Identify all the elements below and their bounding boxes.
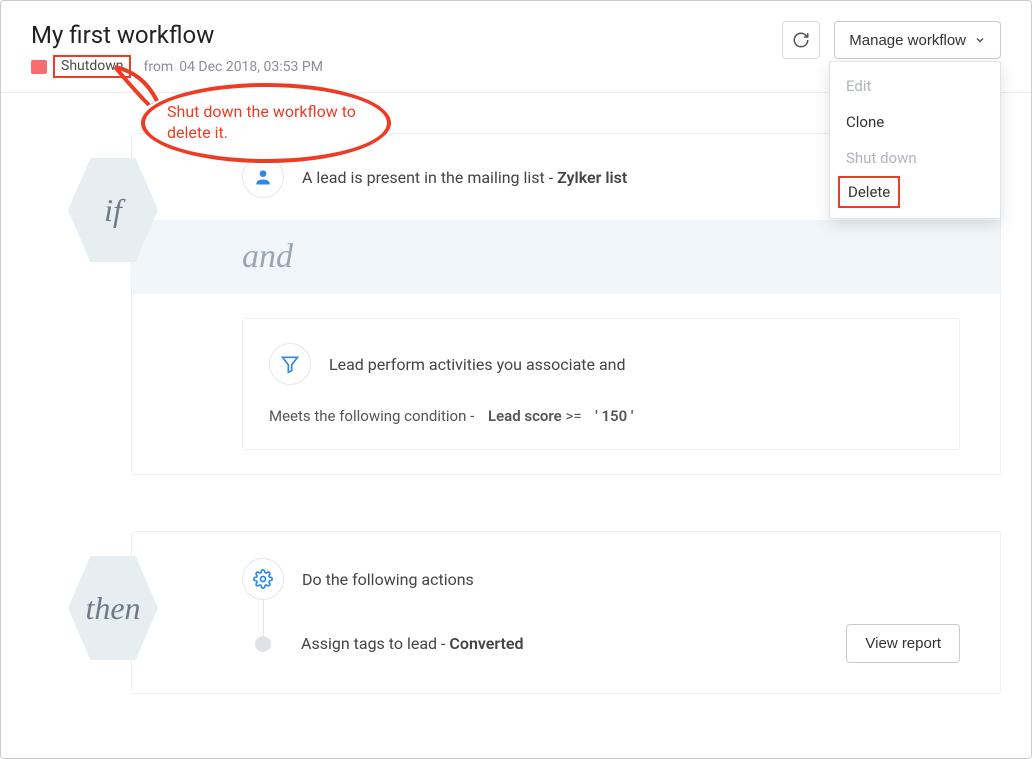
- action-prefix: Assign tags to lead -: [301, 634, 449, 653]
- dropdown-item-edit[interactable]: Edit: [830, 68, 1000, 104]
- dropdown-item-clone[interactable]: Clone: [830, 104, 1000, 140]
- then-card: then Do the following actions Assign tag…: [131, 531, 1001, 694]
- actions-header-row: Do the following actions: [242, 558, 960, 600]
- dropdown-item-shutdown[interactable]: Shut down: [830, 140, 1000, 176]
- manage-workflow-label: Manage workflow: [849, 32, 966, 49]
- dropdown-item-delete[interactable]: Delete: [838, 176, 900, 208]
- timeline-line: [263, 600, 264, 640]
- annotation-tail-icon: [113, 65, 183, 111]
- condition-field: Lead score: [488, 407, 562, 425]
- status-indicator-icon: [31, 60, 47, 74]
- and-label: and: [242, 238, 293, 275]
- if-label: if: [104, 192, 122, 229]
- chevron-down-icon: [974, 34, 986, 46]
- from-date: 04 Dec 2018, 03:53 PM: [179, 59, 323, 75]
- activity-header: Lead perform activities you associate an…: [329, 355, 626, 374]
- refresh-icon: [792, 31, 810, 49]
- and-band: and: [132, 220, 1000, 294]
- action-tag: Converted: [449, 634, 523, 653]
- condition-value: ' 150 ': [595, 407, 633, 425]
- actions-header: Do the following actions: [302, 570, 474, 589]
- gear-icon: [242, 558, 284, 600]
- funnel-icon: [269, 343, 311, 385]
- trigger-prefix: A lead is present in the mailing list -: [302, 168, 557, 187]
- then-label: then: [85, 590, 140, 627]
- condition-prefix: Meets the following condition -: [269, 407, 474, 425]
- annotation-callout: Shut down the workflow to delete it.: [141, 83, 401, 169]
- condition-operator: >=: [565, 407, 581, 425]
- condition-row: Meets the following condition - Lead sco…: [269, 407, 933, 425]
- manage-workflow-dropdown: Edit Clone Shut down Delete: [829, 61, 1001, 219]
- view-report-button[interactable]: View report: [846, 624, 960, 663]
- activity-card: Lead perform activities you associate an…: [242, 318, 960, 450]
- annotation-text: Shut down the workflow to delete it.: [167, 102, 387, 144]
- manage-workflow-button[interactable]: Manage workflow: [834, 21, 1001, 59]
- page-title: My first workflow: [31, 21, 782, 49]
- refresh-button[interactable]: [782, 21, 820, 59]
- trigger-list-name: Zylker list: [557, 168, 627, 187]
